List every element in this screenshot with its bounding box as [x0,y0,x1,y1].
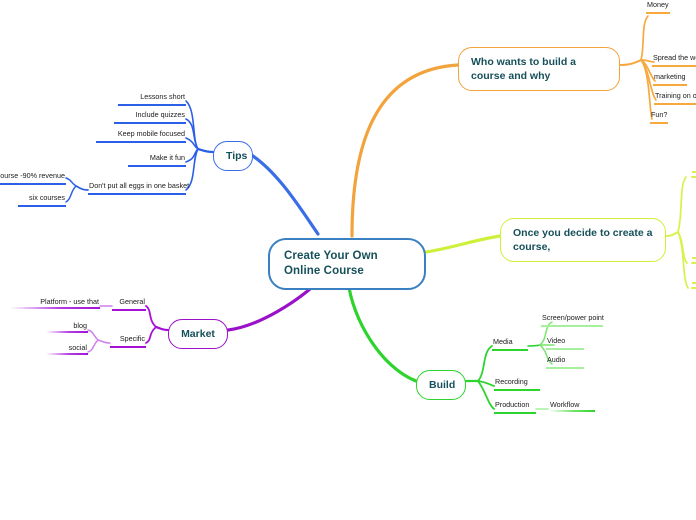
mindmap-canvas: Create Your Own Online Course Who wants … [0,0,696,520]
leaf-once-child-3[interactable] [692,279,696,284]
leaf-keep-mobile-focused[interactable]: Keep mobile focused [96,129,186,143]
leaf-six-courses[interactable]: six courses [18,193,66,207]
branch-node-who-wants-to-build-a-course[interactable]: Who wants to build a course and why [458,47,620,91]
leaf-recording[interactable]: Recording [494,377,540,391]
leaf-training-on-our-products[interactable]: Training on our p [654,91,696,105]
leaf-dont-put-all-eggs-in-one-basket[interactable]: Don't put all eggs in one basket [88,181,189,195]
leaf-money[interactable]: Money [646,0,670,14]
leaf-general[interactable]: General [112,297,146,311]
leaf-workflow[interactable]: Workflow [549,400,595,412]
leaf-course-90-percent-revenue[interactable]: course -90% revenue [0,171,66,185]
leaf-include-quizzes[interactable]: Include quizzes [114,110,186,124]
branch-node-build[interactable]: Build [416,370,466,400]
leaf-screen-power-point[interactable]: Screen/power point [541,313,604,327]
leaf-production[interactable]: Production [494,400,536,414]
leaf-blog[interactable]: blog [46,321,88,333]
leaf-social[interactable]: social [46,343,88,355]
leaf-video[interactable]: Video [546,336,584,350]
leaf-lessons-short[interactable]: Lessons short [118,92,186,106]
leaf-marketing[interactable]: marketing [653,72,687,86]
leaf-once-child-2[interactable] [692,254,696,259]
branch-node-tips[interactable]: Tips [213,141,253,171]
leaf-once-child-1[interactable] [692,168,696,173]
leaf-audio[interactable]: Audio [546,355,584,369]
leaf-spread-the-word[interactable]: Spread the word [652,53,696,67]
leaf-platform-use-that[interactable]: Platform - use that [10,297,100,309]
leaf-make-it-fun[interactable]: Make it fun [128,153,186,167]
leaf-media[interactable]: Media [492,337,528,351]
branch-node-once-you-decide-to-create-a-course[interactable]: Once you decide to create a course, [500,218,666,262]
root-node[interactable]: Create Your Own Online Course [268,238,426,290]
branch-node-market[interactable]: Market [168,319,228,349]
leaf-fun[interactable]: Fun? [650,110,669,124]
leaf-specific[interactable]: Specific [110,334,146,348]
